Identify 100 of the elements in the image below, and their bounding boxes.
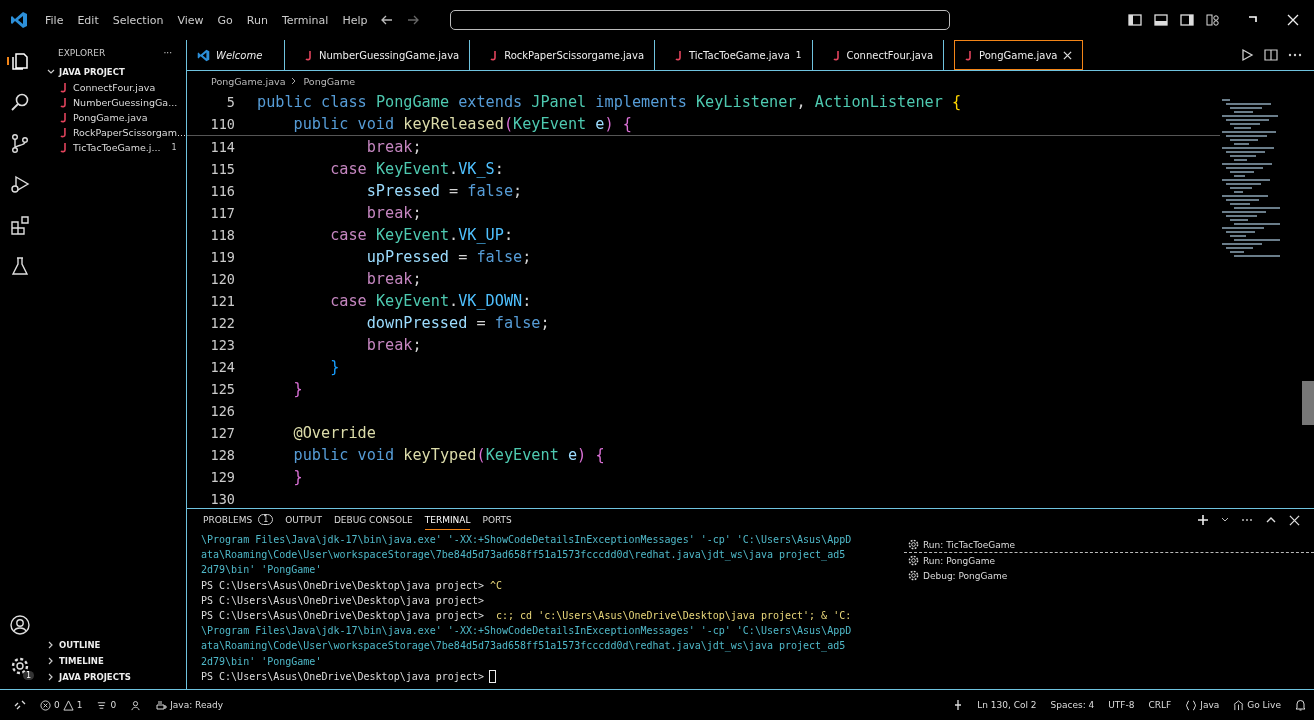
section-header[interactable]: OUTLINE bbox=[40, 637, 186, 653]
explorer-entry[interactable]: NumberGuessingGa... bbox=[73, 97, 178, 108]
code-line: case KeyEvent.VK_UP: bbox=[329, 226, 514, 244]
terminal-prompt: PS C:\Users\Asus\OneDrive\Desktop\java project> bbox=[201, 579, 484, 591]
go-live-button[interactable]: Go Live bbox=[1233, 699, 1281, 711]
extensions-icon[interactable] bbox=[9, 214, 31, 236]
logo-icon[interactable] bbox=[10, 11, 28, 29]
layout-icon[interactable] bbox=[1180, 13, 1194, 27]
editor-tab[interactable]: Welcome bbox=[187, 40, 285, 70]
explorer-entry[interactable]: ConnectFour.java bbox=[73, 82, 156, 93]
search-icon[interactable] bbox=[9, 91, 31, 113]
editor-tab[interactable]: TicTacToeGame.java 1 bbox=[665, 40, 813, 70]
explorer-entry[interactable]: TicTacToeGame.j... bbox=[73, 142, 161, 153]
editor-tab[interactable]: PongGame.java bbox=[954, 40, 1084, 70]
split-editor-icon[interactable] bbox=[1264, 48, 1278, 62]
code-line: downPressed = false; bbox=[365, 314, 550, 332]
close-icon[interactable] bbox=[1289, 514, 1300, 526]
section-header[interactable]: TIMELINE bbox=[40, 653, 186, 669]
menu-item[interactable]: View bbox=[170, 13, 211, 27]
line-number: 116 bbox=[209, 183, 236, 199]
cursor-position[interactable]: Ln 130, Col 2 bbox=[977, 700, 1037, 710]
breadcrumb-item[interactable]: PongGame bbox=[303, 75, 355, 87]
remote-icon[interactable] bbox=[14, 699, 26, 711]
settings-badge: 1 bbox=[22, 671, 34, 680]
panel-tab[interactable]: OUTPUT bbox=[285, 510, 322, 530]
close-icon[interactable] bbox=[1286, 13, 1300, 27]
run-debug-icon[interactable] bbox=[9, 173, 31, 195]
line-number: 125 bbox=[209, 381, 236, 397]
menu-item[interactable]: Selection bbox=[105, 13, 171, 27]
explorer-entry[interactable]: RockPaperScissorgam... bbox=[72, 127, 186, 138]
account-icon[interactable] bbox=[9, 614, 31, 636]
line-number: 129 bbox=[209, 469, 236, 485]
panel-tab[interactable]: TERMINAL bbox=[424, 510, 471, 530]
menu-item[interactable]: Terminal bbox=[274, 13, 336, 27]
code-line: break; bbox=[365, 336, 422, 354]
indentation-status[interactable]: Spaces: 4 bbox=[1050, 700, 1095, 710]
explorer-entry[interactable]: PongGame.java bbox=[73, 112, 148, 123]
error-icon bbox=[40, 699, 51, 711]
code-line: break; bbox=[365, 204, 422, 222]
java-status[interactable]: Java: Ready bbox=[155, 699, 224, 711]
file-icon bbox=[60, 127, 68, 138]
menu-item[interactable]: File bbox=[38, 13, 71, 27]
menu-item[interactable]: Go bbox=[210, 13, 240, 27]
code-line: } bbox=[292, 380, 303, 398]
layout-icon[interactable] bbox=[1154, 13, 1168, 27]
editor-tab[interactable]: NumberGuessingGame.java bbox=[295, 40, 471, 70]
terminal-session[interactable]: Debug: PongGame bbox=[904, 568, 1314, 583]
add-terminal-icon[interactable] bbox=[1197, 514, 1209, 526]
terminal-command: c:; cd 'c:\Users\Asus\OneDrive\Desktop\java project'; & 'C: bbox=[495, 610, 852, 622]
code-line: public class PongGame extends JPanel implements KeyListener, ActionListener { bbox=[257, 93, 962, 111]
file-icon bbox=[305, 49, 313, 61]
editor-tab[interactable]: ConnectFour.java bbox=[822, 40, 945, 70]
terminal-session[interactable]: Run: TicTacToeGame bbox=[904, 537, 1314, 553]
encoding-status[interactable]: UTF-8 bbox=[1108, 700, 1135, 710]
language-status[interactable]: Java bbox=[1185, 699, 1220, 711]
caret-icon[interactable] bbox=[1221, 516, 1229, 524]
ports-status[interactable]: 0 bbox=[96, 699, 117, 711]
files-icon[interactable] bbox=[9, 50, 31, 72]
terminal-prompt: PS C:\Users\Asus\OneDrive\Desktop\java project> bbox=[201, 594, 484, 606]
section-header[interactable]: JAVA PROJECTS bbox=[40, 669, 186, 685]
menu-item[interactable]: Run bbox=[239, 13, 275, 27]
file-icon bbox=[965, 49, 974, 61]
folder-header[interactable]: JAVA PROJECT bbox=[40, 64, 186, 80]
line-number: 130 bbox=[209, 491, 236, 507]
terminal-session[interactable]: Run: PongGame bbox=[904, 553, 1314, 568]
menu-item[interactable]: Help bbox=[335, 13, 375, 27]
file-icon bbox=[60, 142, 68, 153]
problems-status[interactable]: 0 1 bbox=[40, 699, 83, 711]
run-icon[interactable] bbox=[1240, 48, 1254, 62]
panel-tab[interactable]: DEBUG CONSOLE bbox=[333, 510, 413, 530]
scrollbar-thumb[interactable] bbox=[1302, 381, 1314, 425]
terminal-output: \Program Files\Java\jdk-17\bin\java.exe' '-XX:+ShowCodeDetailsInExceptionMessages' '-cp' 'C:\Users\Asus\AppD bbox=[201, 534, 852, 546]
gear-icon bbox=[908, 570, 919, 581]
line-number: 121 bbox=[209, 293, 236, 309]
panel-tab[interactable]: PROBLEMS 1 bbox=[203, 510, 274, 530]
line-number: 5 bbox=[225, 94, 236, 110]
code-line: } bbox=[329, 358, 340, 376]
editor-tab[interactable]: RockPaperScissorgame.java bbox=[480, 40, 656, 70]
line-number: 123 bbox=[209, 337, 236, 353]
forward-arrow-icon[interactable] bbox=[406, 13, 421, 27]
layout-icon[interactable] bbox=[1128, 13, 1142, 27]
bell-icon[interactable] bbox=[1295, 699, 1306, 711]
close-icon[interactable] bbox=[1063, 50, 1073, 60]
panel-tab[interactable]: PORTS bbox=[482, 510, 512, 530]
source-control-icon[interactable] bbox=[9, 132, 31, 154]
back-arrow-icon[interactable] bbox=[380, 13, 395, 27]
more-actions[interactable]: ··· bbox=[163, 48, 172, 58]
menu-item[interactable]: Edit bbox=[70, 13, 106, 27]
person-icon[interactable] bbox=[130, 699, 142, 711]
braces-icon bbox=[1185, 699, 1198, 711]
command-center[interactable] bbox=[450, 10, 951, 30]
terminal-output: ata\Roaming\Code\User\workspaceStorage\7be84d5d73ad658ff51a1573fcccdd0d\redhat.java\jdt_ws\java project_ad5 bbox=[201, 640, 846, 652]
code-line: case KeyEvent.VK_DOWN: bbox=[329, 292, 532, 310]
flask-icon[interactable] bbox=[9, 255, 31, 277]
line-number: 118 bbox=[209, 227, 236, 243]
line-ending-status[interactable]: CRLF bbox=[1148, 700, 1172, 710]
breadcrumb-item[interactable]: PongGame.java bbox=[211, 75, 286, 87]
customize-layout-icon[interactable] bbox=[1206, 13, 1220, 27]
settings-icon[interactable] bbox=[9, 655, 31, 677]
code-line: public void keyTyped(KeyEvent e) { bbox=[292, 446, 605, 464]
